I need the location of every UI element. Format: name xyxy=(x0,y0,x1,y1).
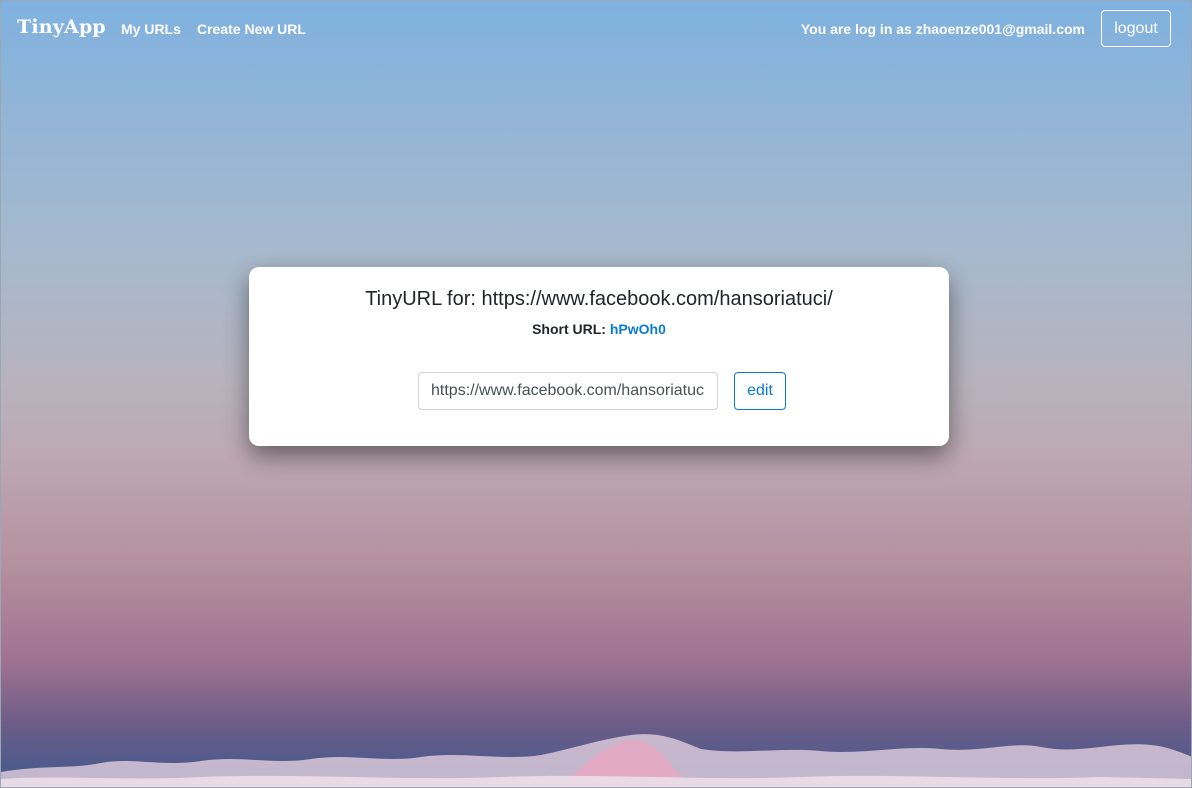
nav-create-new-url-link[interactable]: Create New URL xyxy=(197,21,306,37)
long-url-input[interactable] xyxy=(418,372,718,410)
logout-button[interactable]: logout xyxy=(1101,10,1171,47)
short-url-label: Short URL: xyxy=(532,321,606,337)
login-status-text: You are log in as zhaoenze001@gmail.com xyxy=(800,21,1085,37)
card-title: TinyURL for: https://www.facebook.com/ha… xyxy=(365,288,833,310)
edit-button[interactable]: edit xyxy=(734,372,786,410)
brand-logo[interactable]: TinyApp xyxy=(17,16,106,38)
short-url-line: Short URL: hPwOh0 xyxy=(249,321,949,337)
url-detail-card: TinyURL for: https://www.facebook.com/ha… xyxy=(249,267,949,446)
nav-my-urls-link[interactable]: My URLs xyxy=(121,21,181,37)
top-navbar: TinyApp My URLs Create New URL You are l… xyxy=(0,0,1192,58)
short-url-link[interactable]: hPwOh0 xyxy=(610,321,666,337)
cloud-layer xyxy=(1,734,1191,787)
